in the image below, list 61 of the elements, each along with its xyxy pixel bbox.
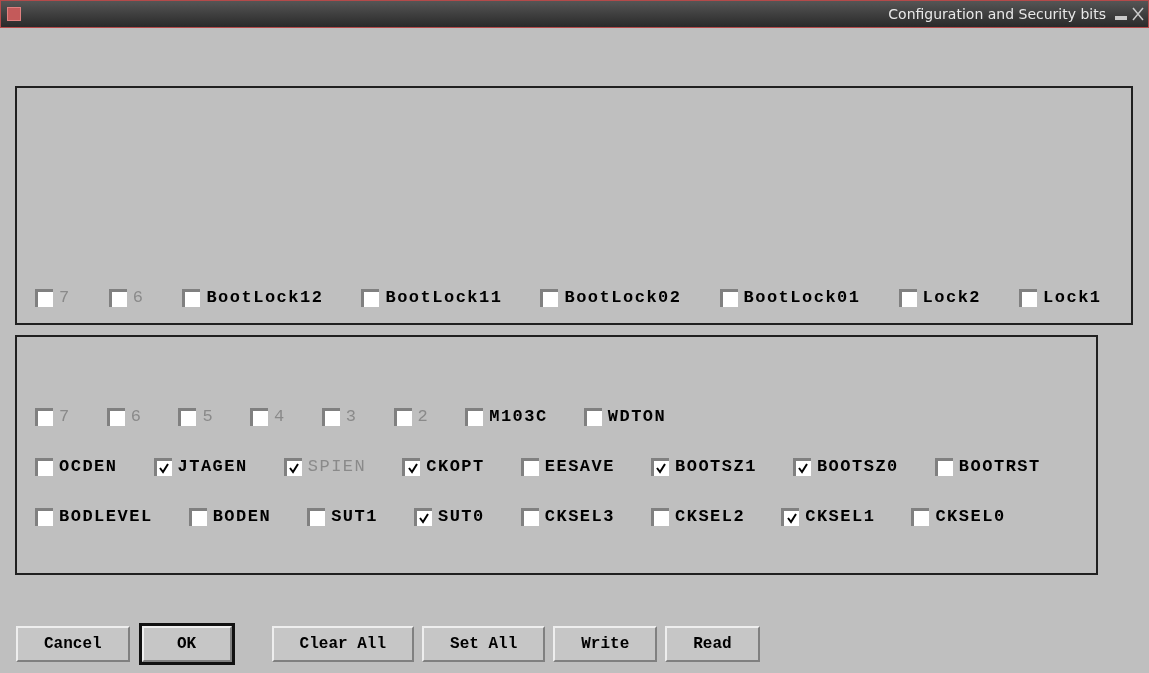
checkbox-label: BODLEVEL <box>59 507 153 526</box>
dialog-button[interactable]: Cancel <box>16 626 130 662</box>
checkbox-label: Lock2 <box>922 288 982 307</box>
dialog-button[interactable]: Clear All <box>271 626 415 662</box>
checkbox-label: SUT0 <box>437 507 485 526</box>
checkbox[interactable] <box>413 507 432 526</box>
checkbox-label: CKOPT <box>426 457 485 476</box>
checkbox-label: WDTON <box>607 407 667 426</box>
checkbox[interactable] <box>583 407 602 426</box>
window-title: Configuration and Security bits <box>887 6 1107 22</box>
checkbox-label: BOOTSZ1 <box>675 457 757 476</box>
checkbox[interactable] <box>35 507 53 526</box>
checkbox-label: CKSEL0 <box>935 507 1006 526</box>
checkbox-label: SUT1 <box>331 507 378 526</box>
check-icon <box>158 462 170 474</box>
checkbox-label: CKSEL2 <box>675 507 746 526</box>
checkbox-label: Lock1 <box>1043 288 1102 307</box>
dialog-button[interactable]: Write <box>553 626 658 662</box>
close-icon[interactable] <box>1132 7 1144 21</box>
checkbox-label: BootLock12 <box>206 288 324 307</box>
checkbox-label: CKSEL3 <box>544 507 615 526</box>
check-icon <box>418 512 431 524</box>
checkbox[interactable] <box>153 457 172 476</box>
checkbox[interactable] <box>911 507 930 526</box>
checkbox[interactable] <box>465 407 484 426</box>
checkbox[interactable] <box>792 457 811 476</box>
checkbox[interactable] <box>651 457 669 476</box>
check-icon <box>797 462 810 474</box>
dialog-button[interactable]: Set All <box>422 626 546 662</box>
checkbox[interactable] <box>188 507 207 526</box>
dialog-button[interactable]: Read <box>665 626 760 662</box>
check-icon <box>288 462 301 474</box>
check-icon <box>785 512 798 524</box>
checkbox[interactable] <box>520 507 539 526</box>
dialog-button[interactable]: OK <box>141 626 232 662</box>
checkbox[interactable] <box>35 457 53 476</box>
checkbox-label: EESAVE <box>544 457 615 476</box>
checkbox[interactable] <box>361 288 380 307</box>
checkbox-label: BootLock01 <box>743 288 861 307</box>
check-icon <box>406 462 419 474</box>
checkbox[interactable] <box>307 507 326 526</box>
checkbox-label: BootLock02 <box>564 288 682 307</box>
checkbox[interactable] <box>781 507 800 526</box>
checkbox-label: BODEN <box>212 507 272 526</box>
checkbox-label: BootLock11 <box>385 288 503 307</box>
checkbox[interactable] <box>540 288 559 307</box>
check-icon <box>655 462 668 474</box>
checkbox-label: BOOTRST <box>958 457 1041 476</box>
checkbox[interactable] <box>182 288 201 307</box>
checkbox[interactable] <box>719 288 738 307</box>
checkbox-label: M103C <box>489 407 548 426</box>
checkbox[interactable] <box>651 507 669 526</box>
checkbox-label: JTAGEN <box>177 457 248 476</box>
checkbox-label: OCDEN <box>59 457 118 476</box>
checkbox[interactable] <box>1019 288 1038 307</box>
checkbox-label: CKSEL1 <box>805 507 876 526</box>
checkbox[interactable] <box>934 457 953 476</box>
checkbox[interactable] <box>402 457 421 476</box>
checkbox-label: BOOTSZ0 <box>816 457 899 476</box>
checkbox[interactable] <box>520 457 539 476</box>
checkbox[interactable] <box>898 288 917 307</box>
